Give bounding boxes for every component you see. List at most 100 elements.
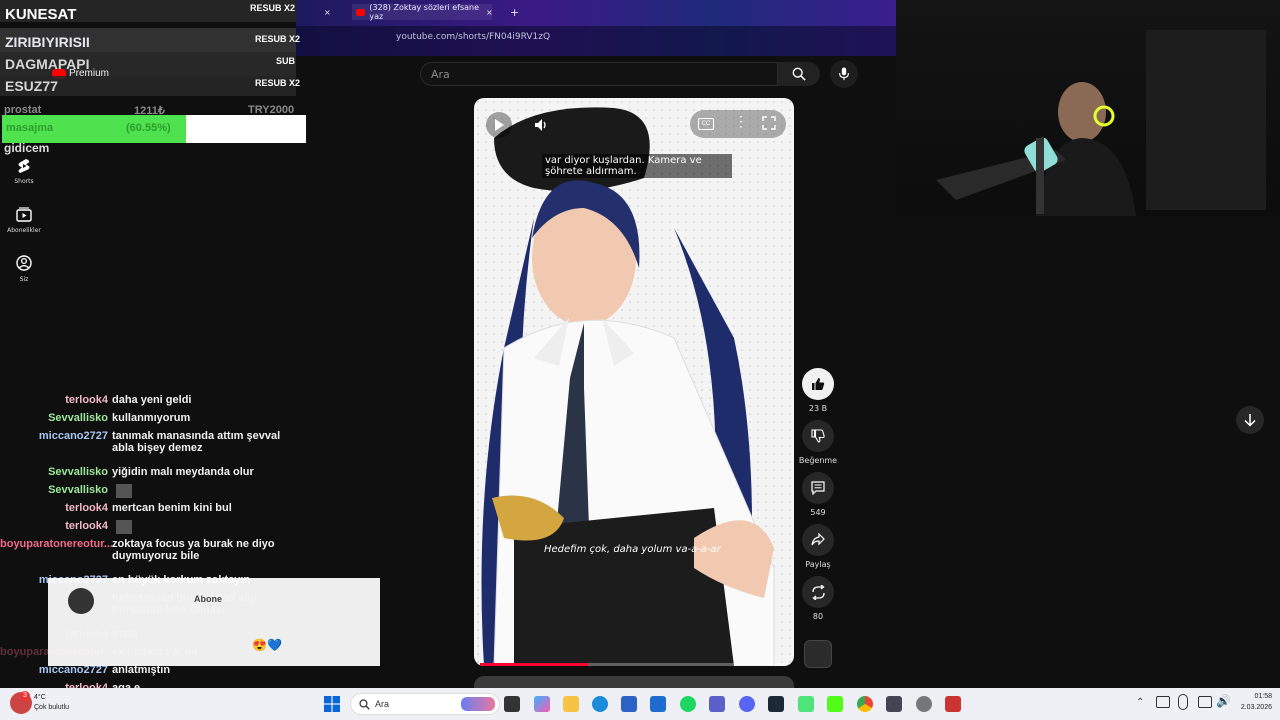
search-highlight-icon bbox=[461, 697, 495, 711]
emote-icon bbox=[116, 484, 132, 498]
microphone-icon[interactable] bbox=[1178, 694, 1188, 710]
obs-icon[interactable] bbox=[886, 696, 902, 712]
goal-percent: (60.55%) bbox=[126, 122, 171, 134]
chat-text: yiğidin malı meydanda olur bbox=[112, 466, 254, 478]
expand-icon bbox=[762, 116, 776, 130]
comments-button[interactable]: 549 bbox=[802, 472, 834, 517]
goal-label: masajma bbox=[6, 122, 54, 134]
chevron-up-icon[interactable]: ⌃ bbox=[1136, 697, 1144, 708]
play-button[interactable] bbox=[486, 112, 512, 138]
more-options-icon[interactable]: ⋮ bbox=[734, 114, 748, 128]
start-button[interactable] bbox=[324, 696, 340, 717]
tab-active[interactable]: (328) Zoktay sözleri efsane yaz bbox=[352, 3, 492, 21]
chat-message: miccano2727 tanımak manasında attım şevva… bbox=[0, 430, 296, 454]
thumbs-down-icon bbox=[811, 429, 825, 443]
play-icon bbox=[495, 119, 504, 131]
search-button[interactable] bbox=[778, 62, 820, 86]
app-icon[interactable] bbox=[798, 696, 814, 712]
subtitle-bottom: Hedefim çok, daha yolum va-a-a-ar bbox=[544, 544, 721, 555]
next-video-preview[interactable] bbox=[474, 676, 794, 688]
sub-tag-3: SUB bbox=[276, 56, 296, 66]
video-progress-track[interactable] bbox=[480, 663, 788, 666]
weather-desc: Çok bulutlu bbox=[34, 704, 70, 711]
store-icon[interactable] bbox=[621, 696, 637, 712]
comment-icon bbox=[811, 481, 825, 495]
emote-icon bbox=[116, 520, 132, 534]
chat-username: terlook4 bbox=[65, 502, 108, 514]
alert-popup: Abone 😍💙 bbox=[48, 578, 380, 666]
search-icon bbox=[359, 699, 370, 710]
speaker-icon[interactable]: 🔊 bbox=[1216, 694, 1231, 708]
windows-logo-icon bbox=[324, 696, 340, 712]
chat-username: miccano2727 bbox=[38, 430, 108, 442]
chat-username: terlook4 bbox=[65, 394, 108, 406]
popup-name: Abone bbox=[194, 594, 222, 604]
weather-temp: 4°C bbox=[34, 694, 46, 701]
donation-goal-bar: masajma (60.55%) bbox=[2, 115, 306, 143]
shorts-video-player[interactable]: CC ⋮ var diyor kuşlardan. Kamera ve şöhr… bbox=[474, 98, 794, 666]
clock-date[interactable]: 2.03.2026 bbox=[1232, 704, 1272, 711]
chat-username: Sevvallisko bbox=[48, 412, 108, 424]
dislike-button[interactable]: Beğenme bbox=[799, 420, 837, 465]
remix-button[interactable]: 80 bbox=[802, 576, 834, 621]
kick-icon[interactable] bbox=[827, 696, 843, 712]
sub-tag-1: RESUB X2 bbox=[250, 3, 296, 13]
network-icon[interactable] bbox=[1198, 696, 1212, 708]
outlook-icon[interactable] bbox=[650, 696, 666, 712]
notification-badge: 3 bbox=[20, 691, 30, 701]
shorts-icon bbox=[18, 159, 30, 173]
taskbar-search[interactable]: Ara bbox=[350, 693, 500, 715]
chat-message: boyuparatonereotur...zoktaya focus ya bu… bbox=[0, 538, 296, 562]
thumbs-up-icon bbox=[812, 378, 825, 390]
search-icon bbox=[792, 67, 806, 81]
copilot-icon[interactable] bbox=[534, 696, 550, 712]
clock-time[interactable]: 01:58 bbox=[1236, 693, 1272, 700]
discord-icon[interactable] bbox=[739, 696, 755, 712]
chat-message: terlook4 bbox=[0, 520, 296, 534]
chat-text: mertcan benim kini bul bbox=[112, 502, 232, 514]
chat-message: Sevvallisko kullanmıyorum bbox=[0, 412, 296, 424]
file-explorer-icon[interactable] bbox=[563, 696, 579, 712]
chat-username: terlook4 bbox=[65, 520, 108, 532]
tab-close-prev[interactable]: × bbox=[324, 4, 331, 20]
microphone-icon bbox=[839, 67, 849, 81]
chrome-icon[interactable] bbox=[857, 696, 873, 712]
webcam-feed bbox=[896, 0, 1280, 216]
chat-message: Sevvallisko bbox=[0, 484, 296, 498]
next-video-button[interactable] bbox=[1236, 406, 1264, 434]
sub-tag-4: RESUB X2 bbox=[255, 78, 301, 88]
youtube-favicon-icon bbox=[356, 8, 366, 16]
battery-icon[interactable] bbox=[1156, 696, 1170, 708]
sound-thumbnail[interactable] bbox=[804, 640, 832, 668]
volume-button[interactable] bbox=[528, 112, 554, 138]
tab-close-button[interactable]: × bbox=[486, 4, 493, 20]
volume-icon bbox=[535, 119, 546, 131]
you-icon bbox=[16, 255, 32, 271]
edge-icon[interactable] bbox=[592, 696, 608, 712]
task-view-icon[interactable] bbox=[504, 696, 520, 712]
share-button[interactable]: Paylaş bbox=[802, 524, 834, 569]
remix-icon bbox=[811, 584, 825, 600]
popup-emoji: 😍💙 bbox=[252, 638, 282, 652]
spotify-icon[interactable] bbox=[680, 696, 696, 712]
sidebar-item-shorts[interactable]: Shorts bbox=[0, 158, 48, 185]
sidebar-item-you[interactable]: Siz bbox=[0, 255, 48, 283]
search-input[interactable]: Ara bbox=[420, 62, 778, 86]
chat-text: kullanmıyorum bbox=[112, 412, 191, 424]
settings-icon[interactable] bbox=[916, 696, 932, 712]
teams-icon[interactable] bbox=[709, 696, 725, 712]
chat-text: tanımak manasında attım şevval abla bişe… bbox=[112, 430, 281, 454]
steam-icon[interactable] bbox=[768, 696, 784, 712]
video-frame bbox=[481, 107, 775, 666]
voice-search-button[interactable] bbox=[830, 60, 858, 88]
address-bar[interactable]: youtube.com/shorts/FN04i9RV1zQ bbox=[396, 32, 550, 42]
captions-button[interactable]: CC bbox=[698, 118, 714, 130]
fullscreen-button[interactable] bbox=[762, 116, 776, 135]
new-tab-button[interactable]: + bbox=[510, 4, 519, 20]
sidebar-item-subscriptions[interactable]: Abonelikler bbox=[0, 207, 48, 234]
app-icon-2[interactable] bbox=[945, 696, 961, 712]
sub-tag-2: RESUB X2 bbox=[255, 34, 301, 44]
like-button[interactable]: 23 B bbox=[802, 368, 834, 413]
chat-text: zoktaya focus ya burak ne diyo duymuyoru… bbox=[112, 538, 275, 562]
chat-username: Sevvallisko bbox=[48, 466, 108, 478]
